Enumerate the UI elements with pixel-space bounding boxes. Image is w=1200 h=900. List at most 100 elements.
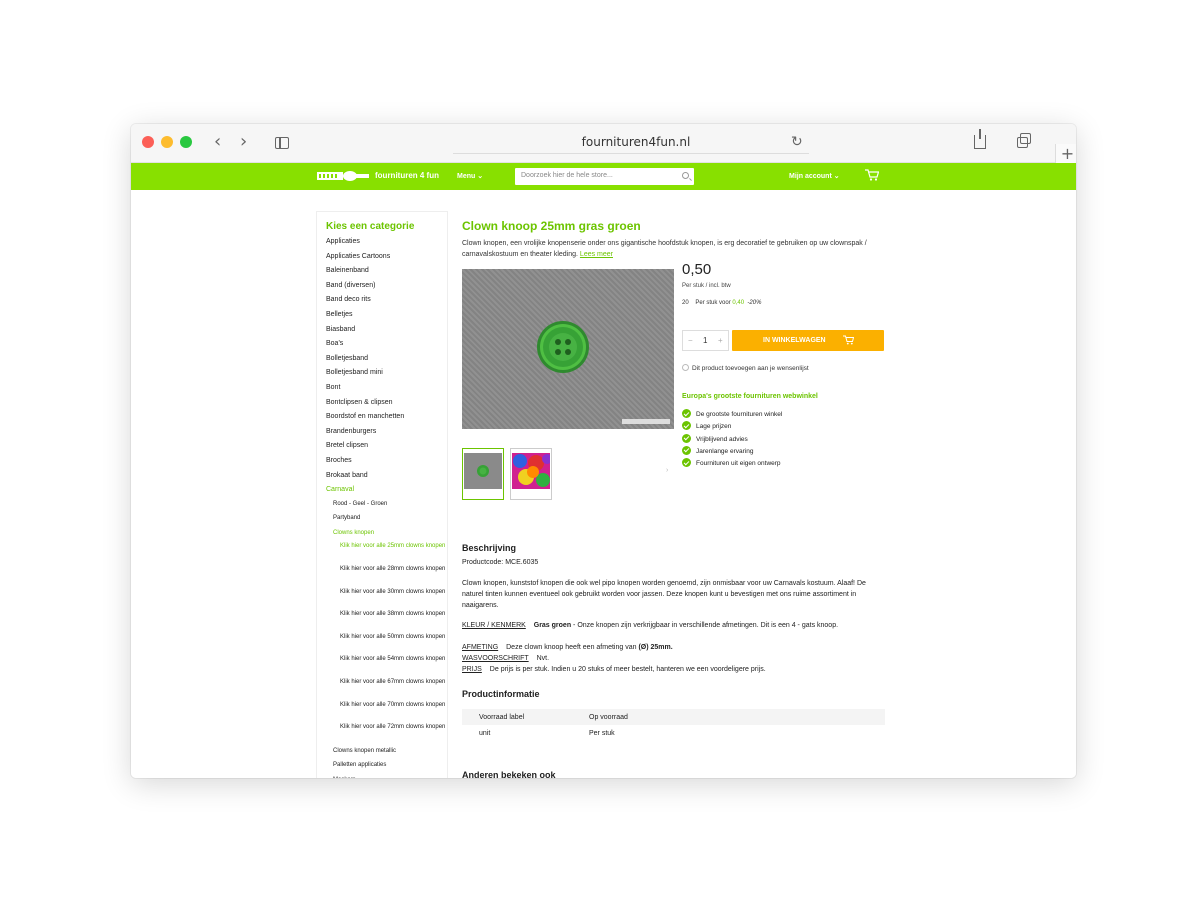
category-list: Applicaties Applicaties Cartoons Baleinenb… — [326, 237, 448, 778]
search-input[interactable]: Doorzoek hier de hele store... — [521, 172, 613, 179]
property-afmeting: AFMETING Deze clown knoop heeft een afme… — [462, 642, 887, 653]
check-icon — [682, 458, 691, 468]
info-key: Voorraad label — [462, 709, 572, 725]
reload-icon[interactable]: ↻ — [791, 134, 803, 150]
maximize-window-button[interactable] — [180, 136, 192, 148]
product-image[interactable] — [462, 269, 674, 429]
forward-arrow-icon[interactable]: › — [240, 133, 247, 151]
sidebar-toggle-icon[interactable] — [275, 137, 289, 149]
thumbnail-1[interactable] — [462, 448, 504, 500]
property-prijs: PRIJS De prijs is per stuk. Indien u 20 … — [462, 664, 887, 675]
category-item[interactable]: Klik hier voor alle 30mm clowns knopen — [326, 589, 448, 612]
thumbnail-button-image — [464, 453, 502, 489]
category-item[interactable]: Brokaat band — [326, 471, 448, 486]
usp-item: De grootste fournituren winkel — [682, 409, 782, 421]
category-item[interactable]: Bolletjesband mini — [326, 368, 448, 383]
description-title: Beschrijving — [462, 543, 517, 553]
usp-title: Europa's grootste fournituren webwinkel — [682, 393, 818, 400]
category-item[interactable]: Partyband — [326, 514, 448, 529]
category-item[interactable]: Klik hier voor alle 72mm clowns knopen — [326, 724, 448, 747]
category-item[interactable]: Klik hier voor alle 70mm clowns knopen — [326, 702, 448, 725]
address-bar[interactable]: fournituren4fun.nl — [461, 135, 811, 149]
related-title: Anderen bekeken ook — [462, 770, 556, 778]
tabs-overview-icon[interactable] — [1017, 133, 1031, 148]
share-icon[interactable] — [974, 129, 986, 149]
category-item[interactable]: Applicaties — [326, 237, 448, 252]
usp-text: Jarenlange ervaring — [696, 447, 754, 455]
category-item[interactable]: Boordstof en manchetten — [326, 412, 448, 427]
property-was-text: Nvt. — [536, 655, 550, 662]
usp-item: Lage prijzen — [682, 421, 782, 433]
product-info-title: Productinformatie — [462, 689, 540, 699]
heart-icon — [682, 364, 689, 371]
cart-icon — [843, 335, 854, 345]
category-item[interactable]: Klik hier voor alle 50mm clowns knopen — [326, 634, 448, 657]
quantity-input[interactable]: 1 — [703, 336, 707, 345]
quantity-decrease-button[interactable]: − — [688, 336, 693, 345]
property-afmeting-text: Deze clown knoop heeft een afmeting van — [506, 644, 639, 651]
product-title: Clown knoop 25mm gras groen — [462, 219, 641, 233]
quantity-stepper[interactable]: − 1 + — [682, 330, 729, 351]
table-row: Voorraad label Op voorraad — [462, 709, 885, 725]
category-item[interactable]: Baleinenband — [326, 266, 448, 281]
menu-button[interactable]: Menu ⌄ — [457, 172, 483, 180]
tier-price: 20 Per stuk voor 0,40 -20% — [682, 300, 761, 306]
wishlist-link[interactable]: Dit product toevoegen aan je wensenlijst — [682, 364, 809, 372]
category-item[interactable]: Clowns knopen metallic — [326, 747, 448, 762]
property-kleur-text: - Onze knopen zijn verkrijgbaar in versc… — [571, 622, 839, 629]
category-item[interactable]: Brandenburgers — [326, 427, 448, 442]
logo-zipper-icon[interactable] — [317, 170, 369, 182]
category-item[interactable]: Bolletjesband — [326, 354, 448, 369]
category-item[interactable]: Biasband — [326, 325, 448, 340]
logo-text[interactable]: fournituren 4 fun — [375, 171, 439, 180]
category-item[interactable]: Klik hier voor alle 25mm clowns knopen — [326, 543, 448, 566]
category-item[interactable]: Band deco rits — [326, 295, 448, 310]
info-value: Op voorraad — [572, 709, 885, 725]
site-header: fournituren 4 fun Menu ⌄ Doorzoek hier d… — [131, 163, 1076, 190]
read-more-link[interactable]: Lees meer — [580, 251, 613, 258]
quantity-increase-button[interactable]: + — [718, 336, 723, 345]
category-item[interactable]: Bontclipsen & clipsen — [326, 398, 448, 413]
property-afmeting-key: AFMETING — [462, 644, 499, 651]
my-account-button[interactable]: Mijn account ⌄ — [789, 172, 840, 180]
usp-list: De grootste fournituren winkel Lage prijz… — [682, 409, 782, 470]
category-item[interactable]: Boa's — [326, 339, 448, 354]
product-info-table: Voorraad label Op voorraad unit Per stuk — [462, 709, 885, 741]
thumbnail-2[interactable] — [510, 448, 552, 500]
category-item[interactable]: Klik hier voor alle 67mm clowns knopen — [326, 679, 448, 702]
back-arrow-icon[interactable]: ‹ — [214, 133, 221, 151]
category-item[interactable]: Klik hier voor alle 38mm clowns knopen — [326, 611, 448, 634]
property-prijs-text: De prijs is per stuk. Indien u 20 stuks … — [489, 666, 766, 673]
close-window-button[interactable] — [142, 136, 154, 148]
category-item[interactable]: Carnaval — [326, 485, 448, 500]
usp-text: De grootste fournituren winkel — [696, 411, 783, 418]
info-key: unit — [479, 729, 491, 737]
property-prijs-key: PRIJS — [462, 666, 482, 673]
category-item[interactable]: Maskers — [326, 776, 448, 778]
category-item[interactable]: Broches — [326, 456, 448, 471]
thumbnail-next-icon[interactable]: › — [666, 467, 668, 474]
tier-price-value: 0,40 — [732, 300, 745, 306]
add-to-cart-button[interactable]: IN WINKELWAGEN — [732, 330, 884, 351]
search-icon[interactable] — [682, 172, 689, 179]
property-kleur-key: KLEUR / KENMERK — [462, 622, 526, 629]
category-item[interactable]: Applicaties Cartoons — [326, 252, 448, 267]
category-item[interactable]: Bretel clipsen — [326, 441, 448, 456]
minimize-window-button[interactable] — [161, 136, 173, 148]
category-item[interactable]: Bont — [326, 383, 448, 398]
category-item[interactable]: Clowns knopen — [326, 529, 448, 544]
search-box[interactable]: Doorzoek hier de hele store... — [515, 168, 694, 185]
green-button-image — [537, 321, 670, 424]
category-item[interactable]: Rood - Geel - Groen — [326, 500, 448, 515]
table-row: unit Per stuk — [462, 725, 885, 741]
category-item[interactable]: Klik hier voor alle 54mm clowns knopen — [326, 656, 448, 679]
tier-quantity: 20 — [682, 300, 689, 306]
category-item[interactable]: Palletten applicaties — [326, 761, 448, 776]
property-kleur-bold: Gras groen — [533, 622, 572, 629]
address-bar-underline — [453, 153, 809, 154]
thumbnail-colorful-buttons-image — [512, 453, 550, 489]
category-item[interactable]: Band (diversen) — [326, 281, 448, 296]
cart-icon[interactable] — [865, 169, 879, 181]
category-item[interactable]: Belletjes — [326, 310, 448, 325]
category-item[interactable]: Klik hier voor alle 28mm clowns knopen — [326, 566, 448, 589]
